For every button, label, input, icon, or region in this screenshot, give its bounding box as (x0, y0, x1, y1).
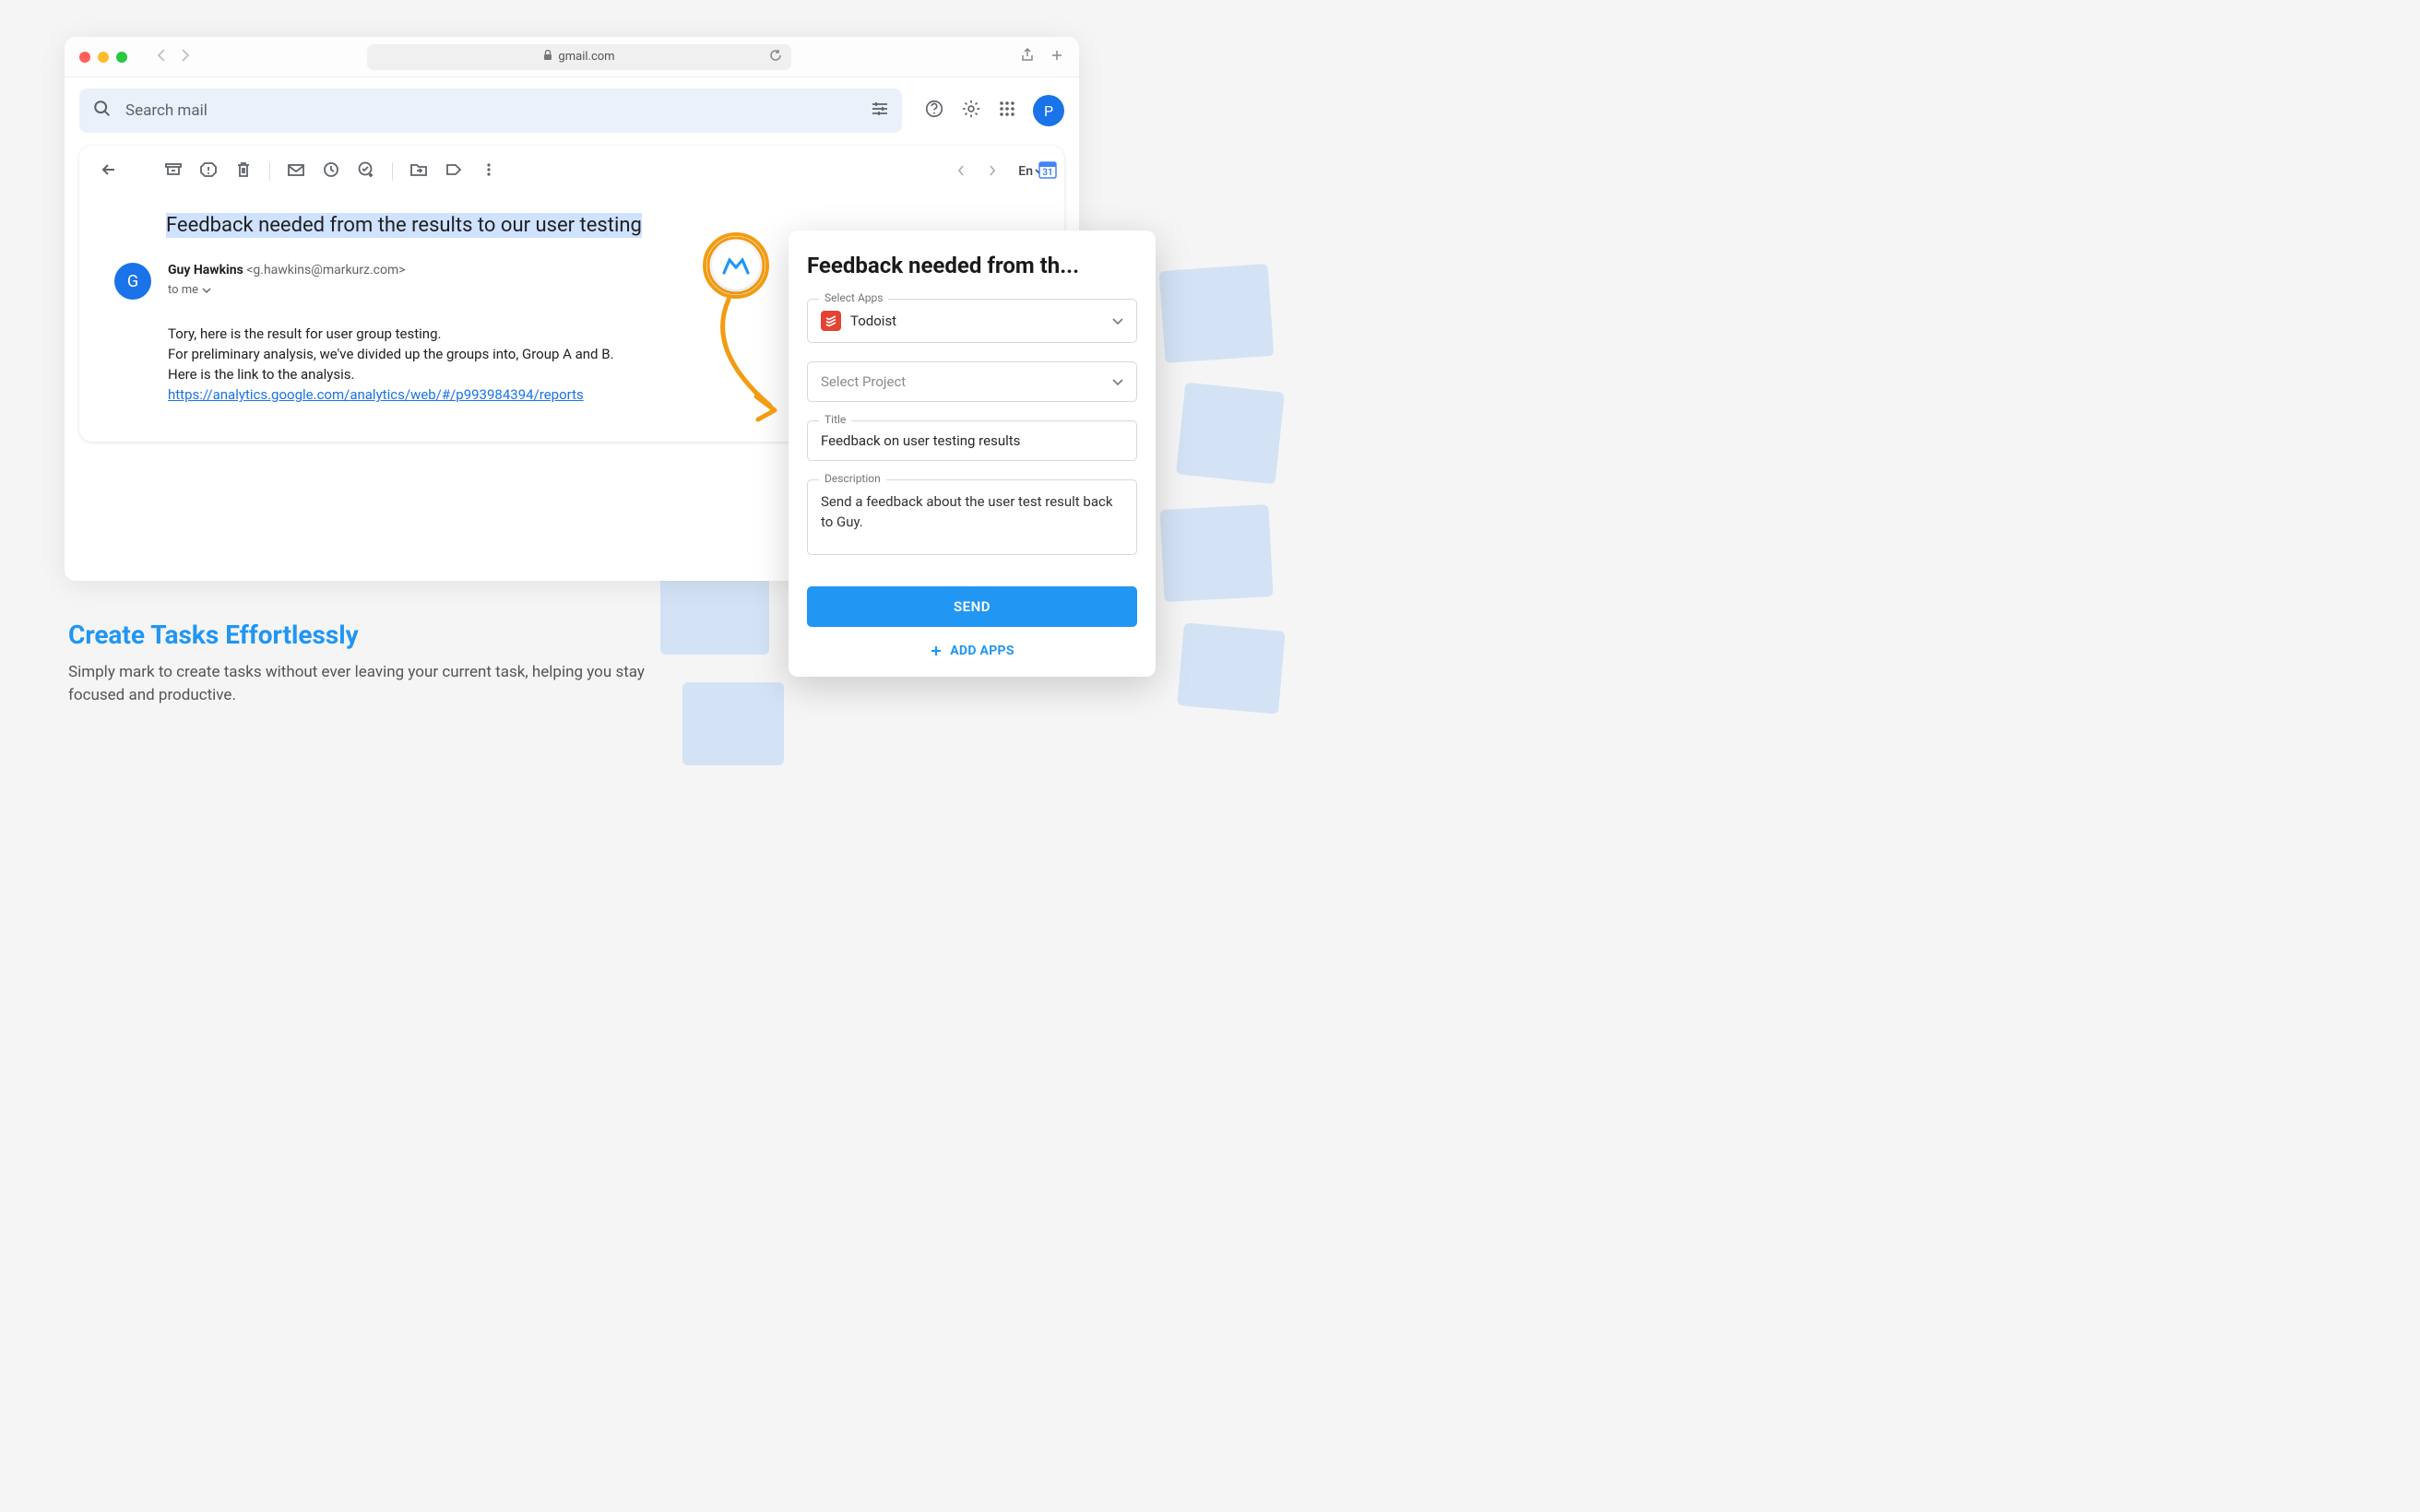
marketing-copy: Create Tasks Effortlessly Simply mark to… (68, 620, 658, 707)
field-label: Title (819, 413, 851, 426)
apps-grid-icon[interactable] (998, 100, 1016, 122)
search-bar[interactable]: Search mail (79, 89, 902, 133)
archive-icon[interactable] (164, 160, 183, 183)
description-input[interactable]: Description Send a feedback about the us… (807, 479, 1137, 555)
traffic-lights (79, 52, 127, 63)
gmail-header: Search mail P (65, 77, 1079, 146)
more-icon[interactable] (480, 160, 498, 183)
marketing-body: Simply mark to create tasks without ever… (68, 661, 658, 707)
sender-email: <g.hawkins@markurz.com> (246, 263, 405, 278)
title-value: Feedback on user testing results (821, 432, 1020, 449)
select-project-dropdown[interactable]: Select Project (807, 361, 1137, 402)
help-icon[interactable] (924, 99, 944, 123)
window-close-button[interactable] (79, 52, 90, 63)
marketing-heading: Create Tasks Effortlessly (68, 620, 658, 650)
search-icon (92, 99, 113, 124)
body-link[interactable]: https://analytics.google.com/analytics/w… (168, 386, 584, 403)
sender-name: Guy Hawkins (168, 263, 243, 278)
markurz-icon[interactable] (712, 242, 760, 289)
refresh-icon[interactable] (769, 49, 782, 65)
popup-title: Feedback needed from th... (807, 253, 1137, 278)
select-project-placeholder: Select Project (821, 373, 906, 390)
move-to-icon[interactable] (409, 160, 428, 183)
add-apps-label: ADD APPS (950, 644, 1014, 658)
delete-icon[interactable] (234, 160, 253, 183)
window-maximize-button[interactable] (116, 52, 127, 63)
mark-unread-icon[interactable] (287, 160, 305, 183)
markurz-annotation-circle (699, 229, 773, 302)
share-icon[interactable] (1020, 48, 1035, 66)
chevron-down-icon (1112, 373, 1123, 390)
decorative-card (682, 682, 784, 765)
description-value: Send a feedback about the user test resu… (821, 491, 1123, 532)
task-popup: Feedback needed from th... Select Apps T… (789, 230, 1156, 677)
field-label: Description (819, 472, 886, 485)
decorative-card (1177, 622, 1285, 714)
todoist-icon (821, 311, 841, 331)
browser-forward-button[interactable] (179, 48, 192, 66)
annotation-arrow-icon (701, 295, 793, 437)
new-tab-icon[interactable] (1050, 48, 1064, 66)
to-line[interactable]: to me (168, 283, 406, 297)
add-apps-button[interactable]: ADD APPS (807, 644, 1137, 658)
snooze-icon[interactable] (322, 160, 340, 183)
decorative-card (1176, 383, 1285, 485)
email-toolbar: En (96, 159, 1048, 192)
field-label: Select Apps (819, 291, 888, 304)
chevron-down-icon (1112, 313, 1123, 329)
browser-back-button[interactable] (155, 48, 168, 66)
decorative-card (1159, 264, 1275, 363)
select-apps-dropdown[interactable]: Select Apps Todoist (807, 299, 1137, 343)
decorative-card (1159, 504, 1273, 602)
browser-chrome: gmail.com (65, 37, 1079, 77)
send-button[interactable]: SEND (807, 586, 1137, 627)
sender-avatar: G (114, 263, 151, 300)
search-placeholder: Search mail (125, 101, 208, 120)
back-icon[interactable] (100, 160, 118, 183)
search-options-icon[interactable] (871, 100, 889, 123)
url-bar[interactable]: gmail.com (367, 44, 791, 70)
settings-icon[interactable] (961, 99, 981, 123)
next-message-icon[interactable] (987, 163, 998, 181)
selected-app: Todoist (850, 313, 896, 329)
svg-text:31: 31 (1042, 168, 1052, 178)
add-task-icon[interactable] (357, 160, 375, 183)
lock-icon (543, 50, 552, 65)
title-input[interactable]: Title Feedback on user testing results (807, 420, 1137, 461)
label-icon[interactable] (445, 160, 463, 183)
report-spam-icon[interactable] (199, 160, 218, 183)
profile-avatar[interactable]: P (1033, 95, 1064, 126)
prev-message-icon[interactable] (955, 163, 967, 181)
window-minimize-button[interactable] (98, 52, 109, 63)
calendar-sidebar-icon[interactable]: 31 (1037, 159, 1059, 184)
url-text: gmail.com (558, 50, 614, 64)
